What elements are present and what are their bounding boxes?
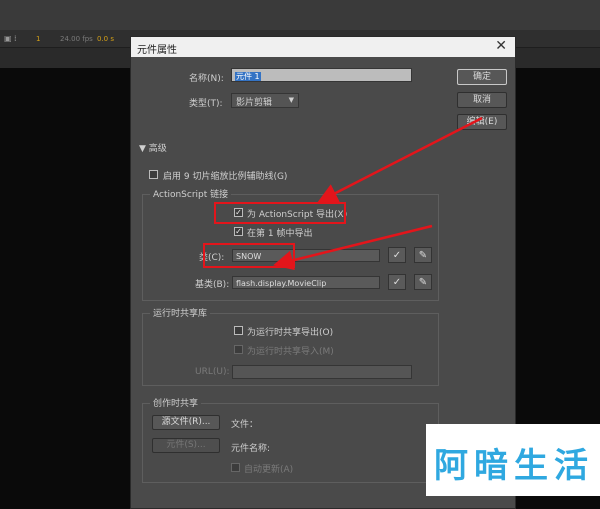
watermark-char-3: 生 bbox=[514, 446, 548, 486]
arrow-to-export bbox=[317, 116, 483, 203]
watermark-char-2: 暗 bbox=[474, 446, 508, 486]
arrow-to-class bbox=[273, 224, 433, 271]
watermark-char-4: 活 bbox=[554, 446, 588, 486]
watermark-char-1: 阿 bbox=[434, 446, 468, 486]
watermark-logo: 阿 暗 生 活 bbox=[426, 424, 600, 496]
